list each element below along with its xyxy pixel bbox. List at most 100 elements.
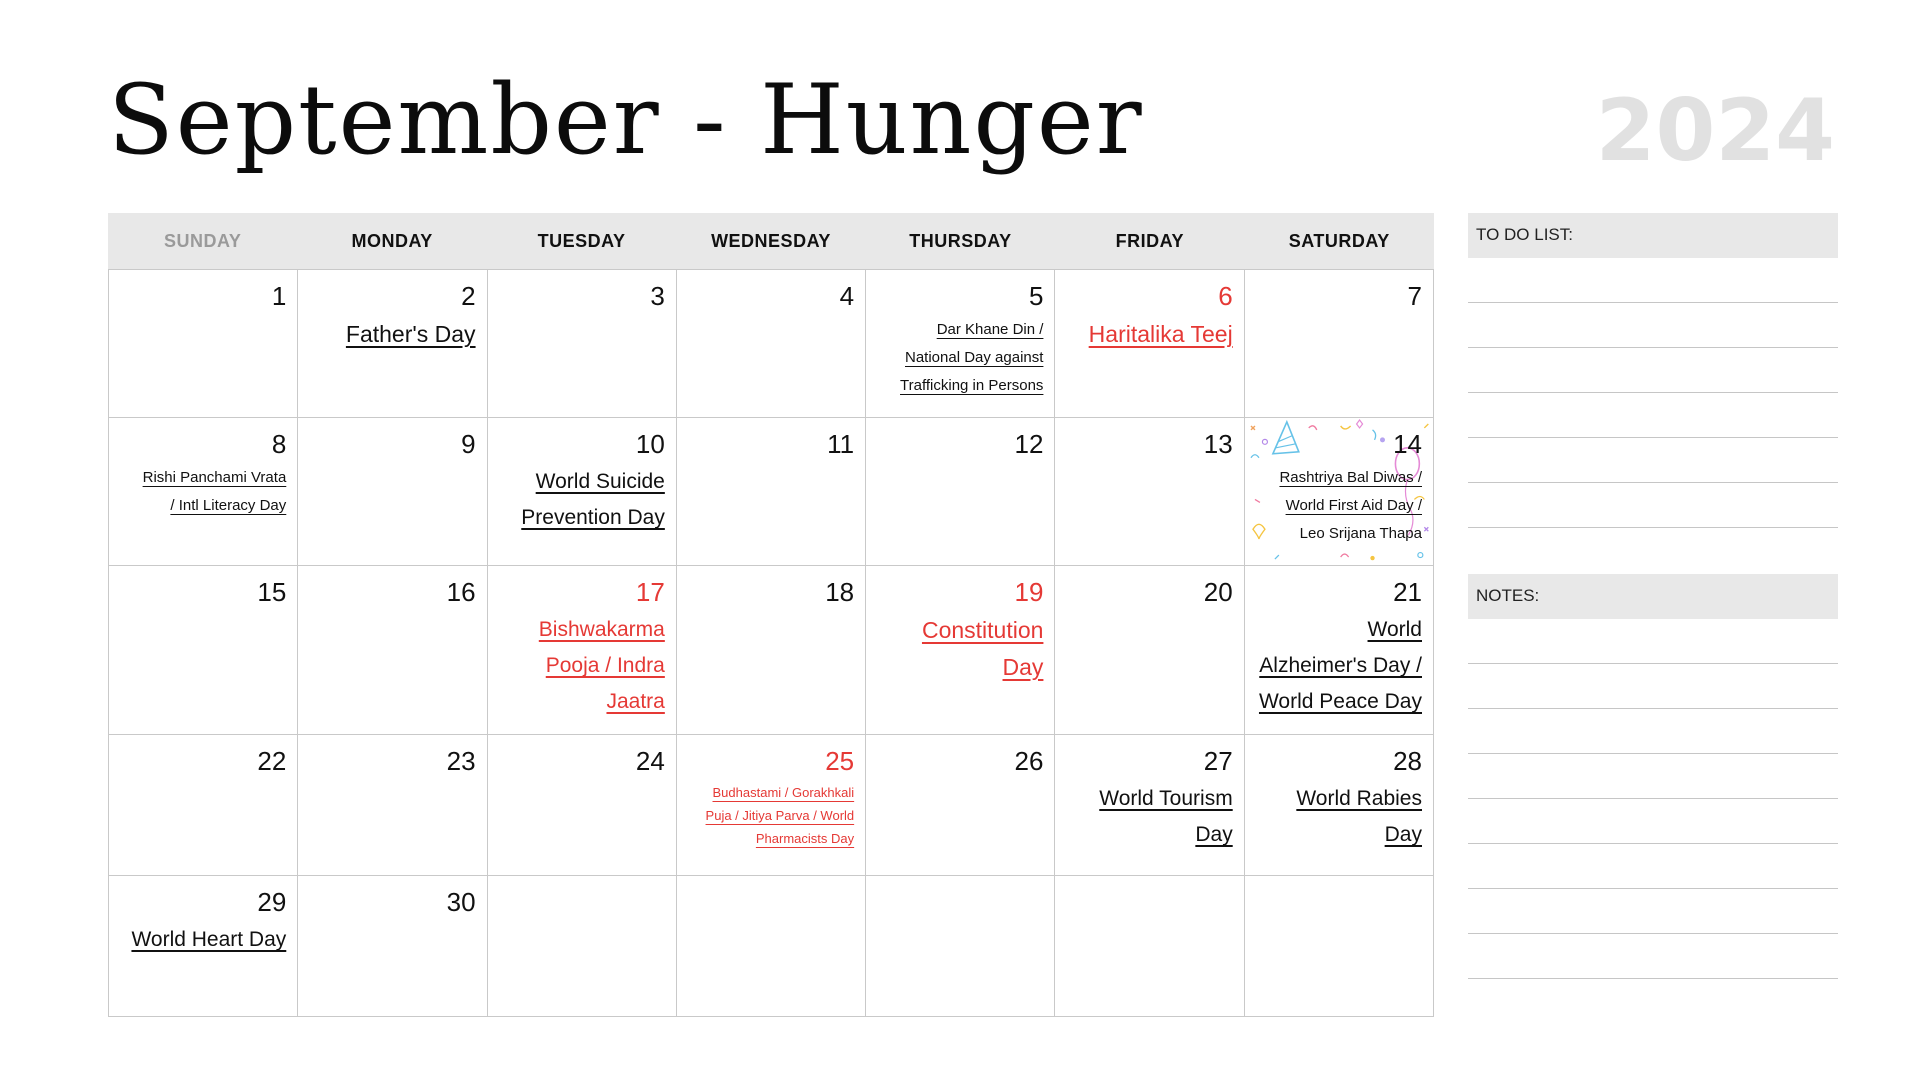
year-label: 2024 [1595,81,1835,181]
day-cell[interactable]: 15 [109,566,299,735]
event-link[interactable]: / Intl Literacy Day [115,492,286,520]
event-link[interactable]: Day [872,649,1044,686]
event-link[interactable]: World First Aid Day / [1251,492,1422,520]
empty-cell [676,876,867,1017]
empty-cell [866,876,1056,1017]
notes-line[interactable] [1468,889,1838,934]
day-cell[interactable]: 17 Bishwakarma Pooja / Indra Jaatra [487,566,677,735]
day-cell[interactable]: 11 [676,418,867,566]
event-link[interactable]: World Tourism [1061,781,1232,817]
day-cell[interactable]: 5 Dar Khane Din / National Day against T… [866,270,1056,418]
event-link[interactable]: Rashtriya Bal Diwas / [1251,464,1422,492]
empty-cell [1244,876,1434,1017]
day-cell[interactable]: 7 [1244,270,1434,418]
day-cell[interactable]: 1 [109,270,299,418]
day-number: 16 [446,577,476,607]
day-number: 8 [271,429,287,459]
event-link[interactable]: Jaatra [494,684,664,720]
event-link[interactable]: Trafficking in Persons [872,372,1043,400]
day-cell[interactable]: 10 World Suicide Prevention Day [487,418,677,566]
notes-line[interactable] [1468,844,1838,889]
todo-line[interactable] [1468,348,1838,393]
event-link[interactable]: Alzheimer's Day / [1251,648,1422,684]
weekday-monday: MONDAY [351,230,433,251]
event-link[interactable]: Prevention Day [494,500,665,536]
day-number: 1 [271,281,287,311]
day-cell[interactable]: 13 [1055,418,1245,566]
event-link[interactable]: World Rabies [1251,781,1422,817]
day-cell[interactable]: 12 [866,418,1056,566]
day-number: 22 [257,746,287,776]
todo-line[interactable] [1468,483,1838,528]
event-link[interactable]: Pharmacists Day [683,827,854,850]
day-cell[interactable]: 22 [109,735,299,876]
notes-line[interactable] [1468,754,1838,799]
day-cell[interactable]: 30 [298,876,488,1017]
day-number: 4 [839,281,855,311]
event-link[interactable]: World Heart Day [115,922,286,958]
event-link[interactable]: World [1251,612,1422,648]
day-number: 19 [1014,577,1044,607]
day-cell[interactable]: 28 World Rabies Day [1244,735,1434,876]
day-cell[interactable]: 26 [866,735,1056,876]
day-cell[interactable]: 9 [298,418,488,566]
todo-line[interactable] [1468,303,1838,348]
event-link[interactable]: Bishwakarma [494,612,665,648]
day-cell[interactable]: 23 [298,735,488,876]
weekday-wednesday: WEDNESDAY [711,230,831,251]
day-cell[interactable]: 21 World Alzheimer's Day / World Peace D… [1244,566,1434,735]
todo-panel: TO DO LIST: [1468,213,1838,528]
day-cell[interactable]: 2 Father's Day [298,270,488,418]
notes-line[interactable] [1468,664,1838,709]
weekday-sunday: SUNDAY [164,230,242,251]
event-link[interactable]: Dar Khane Din / [872,316,1044,344]
day-cell[interactable]: 20 [1055,566,1245,735]
day-number: 24 [635,746,665,776]
day-cell[interactable]: 3 [487,270,677,418]
notes-line[interactable] [1468,799,1838,844]
day-number: 5 [1028,281,1044,311]
day-number: 27 [1203,746,1233,776]
day-number: 9 [461,429,476,459]
weekday-friday: FRIDAY [1115,230,1185,251]
day-grid: 1 2 Father's Day 3 4 5 Dar Khane Din / N… [108,269,1434,1017]
event-link[interactable]: Puja / Jitiya Parva / World [683,804,855,827]
day-cell[interactable]: 29 World Heart Day [109,876,299,1017]
notes-line[interactable] [1468,934,1838,979]
event-link[interactable]: National Day against [872,344,1043,372]
event-link[interactable]: Budhastami / Gorakhkali [683,781,855,804]
event-link[interactable]: Day [1251,817,1422,853]
day-number: 30 [446,887,476,917]
day-number: 18 [825,577,855,607]
day-cell[interactable]: 16 [298,566,488,735]
event-link[interactable]: World Peace Day [1251,684,1422,720]
day-cell-birthday[interactable]: 14 Rashtriya Bal Diwas / World First Aid… [1244,418,1434,566]
event-link[interactable]: Rishi Panchami Vrata [115,464,287,492]
event-link[interactable]: World Suicide [494,464,665,500]
day-number: 28 [1393,746,1422,776]
day-cell[interactable]: 8 Rishi Panchami Vrata / Intl Literacy D… [109,418,299,566]
day-number: 12 [1014,429,1044,459]
todo-line[interactable] [1468,258,1838,303]
day-cell[interactable]: 27 World Tourism Day [1055,735,1245,876]
page-title: September - Hunger [108,64,1144,176]
event-link[interactable]: Haritalika Teej [1061,316,1233,353]
day-number: 26 [1014,746,1044,776]
day-number: 17 [635,577,665,607]
todo-line[interactable] [1468,438,1838,483]
event-link[interactable]: Pooja / Indra [494,648,665,684]
day-cell[interactable]: 4 [676,270,867,418]
event-link[interactable]: Day [1061,817,1232,853]
day-cell[interactable]: 25 Budhastami / Gorakhkali Puja / Jitiya… [676,735,867,876]
event-link[interactable]: Father's Day [304,316,476,353]
day-cell[interactable]: 19 Constitution Day [866,566,1056,735]
todo-line[interactable] [1468,393,1838,438]
day-number: 25 [825,746,855,776]
event-link[interactable]: Constitution [872,612,1043,649]
notes-line[interactable] [1468,709,1838,754]
day-number: 2 [461,281,476,311]
day-cell[interactable]: 24 [487,735,677,876]
day-cell[interactable]: 6 Haritalika Teej [1055,270,1245,418]
day-cell[interactable]: 18 [676,566,867,735]
notes-line[interactable] [1468,619,1838,664]
